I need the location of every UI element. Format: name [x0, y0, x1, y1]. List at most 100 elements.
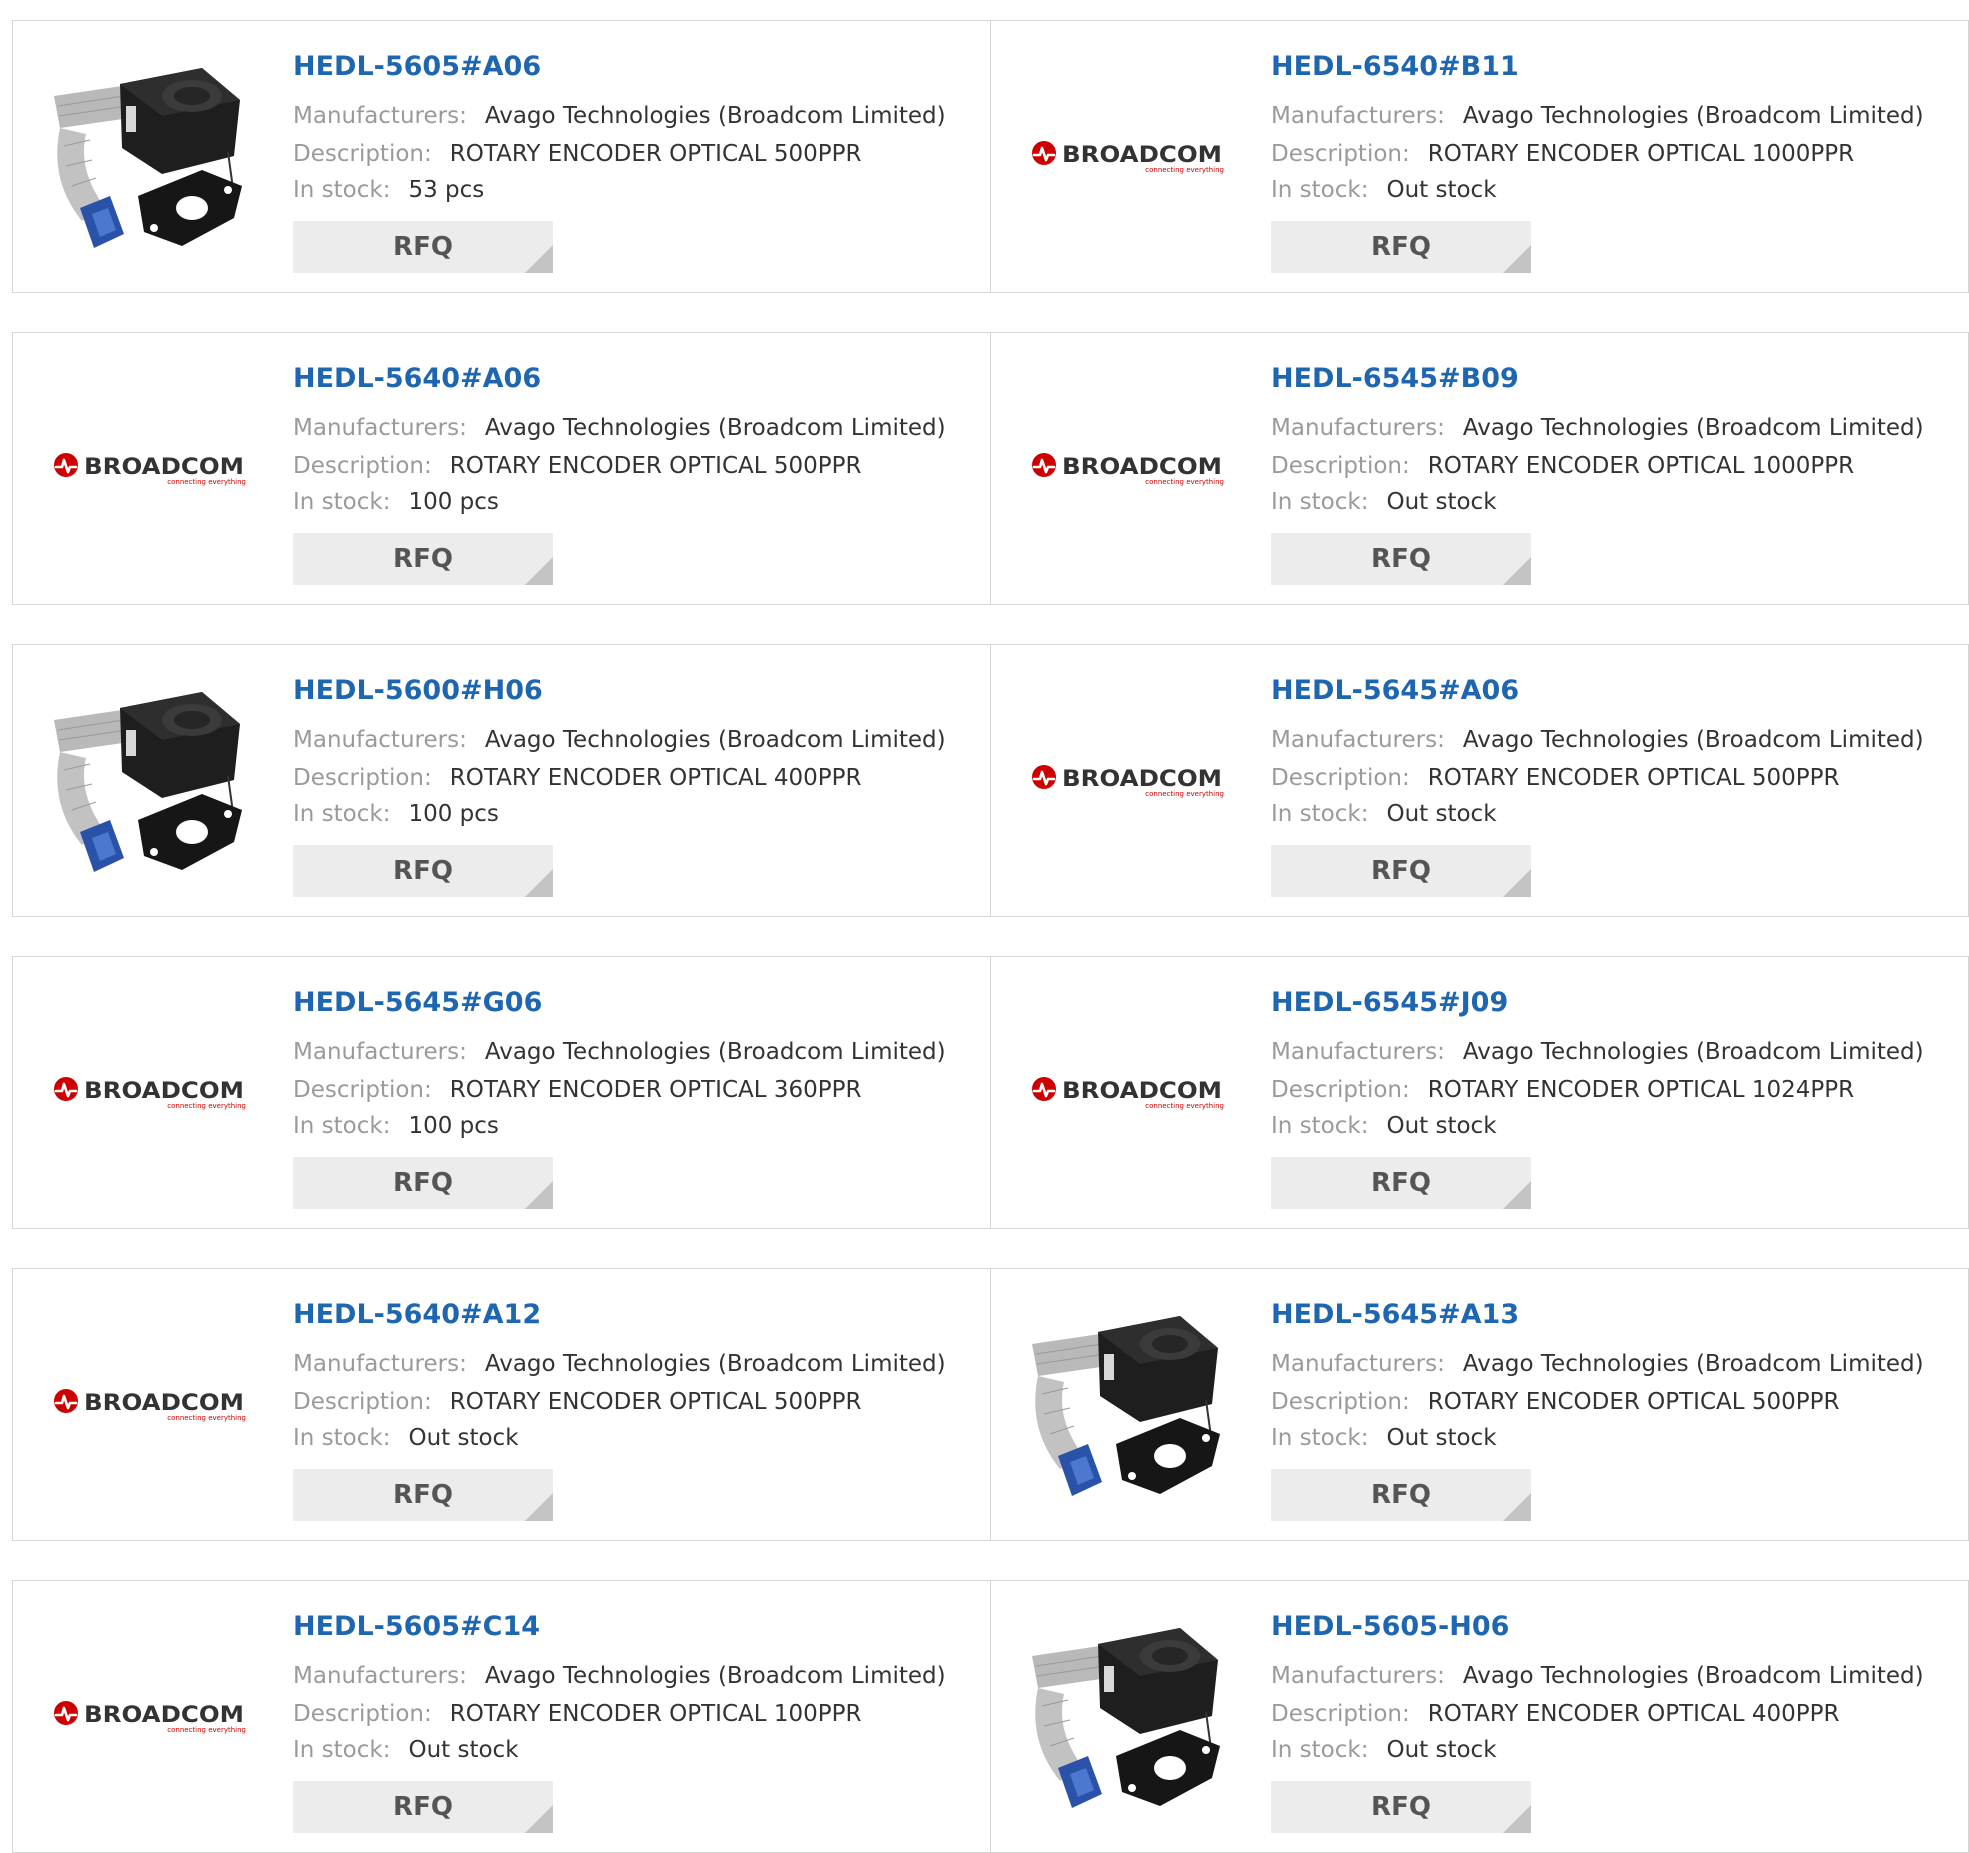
stock-line: In stock: 100 pcs	[293, 489, 499, 515]
stock-label: In stock:	[1271, 489, 1369, 515]
rfq-button[interactable]: RFQ	[293, 1469, 553, 1521]
svg-text:connecting everything: connecting everything	[167, 1102, 246, 1110]
part-number-link[interactable]: HEDL-6545#J09	[1271, 987, 1508, 1018]
broadcom-logo[interactable]: BROADCOM connecting everything	[1029, 679, 1231, 881]
manufacturer-value: Avago Technologies (Broadcom Limited)	[484, 1351, 946, 1377]
description-value: ROTARY ENCODER OPTICAL 500PPR	[449, 1389, 862, 1415]
manufacturer-value: Avago Technologies (Broadcom Limited)	[1462, 103, 1924, 129]
manufacturer-value: Avago Technologies (Broadcom Limited)	[484, 1039, 946, 1065]
svg-text:BROADCOM: BROADCOM	[84, 455, 244, 480]
description-label: Description:	[293, 1389, 432, 1415]
encoder-product-photo	[1030, 1616, 1230, 1816]
broadcom-logo[interactable]: BROADCOM connecting everything	[1029, 367, 1231, 569]
product-card: BROADCOM connecting everything HEDL-5645…	[991, 645, 1968, 916]
rfq-button[interactable]: RFQ	[1271, 1469, 1531, 1521]
description-label: Description:	[293, 1701, 432, 1727]
stock-line: In stock: 100 pcs	[293, 1113, 499, 1139]
product-image[interactable]	[1029, 1615, 1231, 1817]
rfq-button[interactable]: RFQ	[1271, 1157, 1531, 1209]
part-number-link[interactable]: HEDL-5645#G06	[293, 987, 542, 1018]
stock-line: In stock: Out stock	[1271, 1113, 1497, 1139]
description-label: Description:	[1271, 141, 1410, 167]
broadcom-logo[interactable]: BROADCOM connecting everything	[51, 1303, 253, 1505]
description-line: Description: ROTARY ENCODER OPTICAL 500PP…	[1271, 1389, 1839, 1415]
rfq-button[interactable]: RFQ	[1271, 221, 1531, 273]
rfq-label: RFQ	[1371, 856, 1431, 886]
manufacturer-label: Manufacturers:	[293, 727, 467, 753]
svg-text:connecting everything: connecting everything	[167, 1726, 246, 1734]
description-line: Description: ROTARY ENCODER OPTICAL 1000P…	[1271, 141, 1854, 167]
rfq-label: RFQ	[393, 1480, 453, 1510]
description-value: ROTARY ENCODER OPTICAL 500PPR	[449, 141, 862, 167]
manufacturer-value: Avago Technologies (Broadcom Limited)	[484, 727, 946, 753]
corner-triangle-icon	[525, 557, 553, 585]
stock-line: In stock: Out stock	[1271, 489, 1497, 515]
product-card: BROADCOM connecting everything HEDL-5640…	[13, 1269, 990, 1540]
description-value: ROTARY ENCODER OPTICAL 400PPR	[1427, 1701, 1840, 1727]
svg-text:connecting everything: connecting everything	[1145, 166, 1224, 174]
broadcom-logo[interactable]: BROADCOM connecting everything	[1029, 991, 1231, 1193]
stock-value: 53 pcs	[408, 177, 485, 203]
part-number-link[interactable]: HEDL-5645#A13	[1271, 1299, 1519, 1330]
manufacturer-label: Manufacturers:	[1271, 1351, 1445, 1377]
part-number-link[interactable]: HEDL-5640#A06	[293, 363, 541, 394]
rfq-button[interactable]: RFQ	[293, 1781, 553, 1833]
product-card: HEDL-5645#A13 Manufacturers: Avago Techno…	[991, 1269, 1968, 1540]
part-number-link[interactable]: HEDL-6540#B11	[1271, 51, 1519, 82]
description-line: Description: ROTARY ENCODER OPTICAL 400PP…	[1271, 1701, 1839, 1727]
rfq-button[interactable]: RFQ	[293, 1157, 553, 1209]
stock-line: In stock: Out stock	[1271, 801, 1497, 827]
part-number-link[interactable]: HEDL-5600#H06	[293, 675, 543, 706]
description-value: ROTARY ENCODER OPTICAL 1000PPR	[1427, 453, 1855, 479]
description-line: Description: ROTARY ENCODER OPTICAL 500PP…	[293, 141, 861, 167]
rfq-label: RFQ	[1371, 1792, 1431, 1822]
rfq-button[interactable]: RFQ	[293, 845, 553, 897]
part-number-link[interactable]: HEDL-5605#A06	[293, 51, 541, 82]
corner-triangle-icon	[525, 1493, 553, 1521]
product-row: HEDL-5605#A06 Manufacturers: Avago Techno…	[12, 20, 1969, 293]
product-card: BROADCOM connecting everything HEDL-6545…	[991, 957, 1968, 1228]
rfq-button[interactable]: RFQ	[1271, 1781, 1531, 1833]
part-number-link[interactable]: HEDL-5605#C14	[293, 1611, 540, 1642]
rfq-button[interactable]: RFQ	[293, 533, 553, 585]
part-number-link[interactable]: HEDL-5605-H06	[1271, 1611, 1509, 1642]
stock-value: 100 pcs	[408, 489, 499, 515]
manufacturer-line: Manufacturers: Avago Technologies (Broadc…	[1271, 103, 1924, 129]
rfq-button[interactable]: RFQ	[1271, 845, 1531, 897]
stock-value: Out stock	[1386, 1425, 1497, 1451]
rfq-button[interactable]: RFQ	[293, 221, 553, 273]
product-card: BROADCOM connecting everything HEDL-5640…	[13, 333, 990, 604]
rfq-label: RFQ	[1371, 232, 1431, 262]
manufacturer-line: Manufacturers: Avago Technologies (Broadc…	[1271, 1039, 1924, 1065]
stock-label: In stock:	[293, 1425, 391, 1451]
stock-line: In stock: Out stock	[1271, 177, 1497, 203]
broadcom-logo[interactable]: BROADCOM connecting everything	[51, 367, 253, 569]
broadcom-logo[interactable]: BROADCOM connecting everything	[1029, 55, 1231, 257]
description-line: Description: ROTARY ENCODER OPTICAL 360PP…	[293, 1077, 861, 1103]
stock-line: In stock: Out stock	[1271, 1425, 1497, 1451]
manufacturer-value: Avago Technologies (Broadcom Limited)	[484, 415, 946, 441]
svg-text:connecting everything: connecting everything	[1145, 1102, 1224, 1110]
product-image[interactable]	[1029, 1303, 1231, 1505]
encoder-product-photo	[1030, 1304, 1230, 1504]
broadcom-logo[interactable]: BROADCOM connecting everything	[51, 991, 253, 1193]
part-number-link[interactable]: HEDL-5645#A06	[1271, 675, 1519, 706]
product-image[interactable]	[51, 679, 253, 881]
product-card: HEDL-5600#H06 Manufacturers: Avago Techno…	[13, 645, 990, 916]
product-image[interactable]	[51, 55, 253, 257]
svg-text:connecting everything: connecting everything	[1145, 478, 1224, 486]
manufacturer-line: Manufacturers: Avago Technologies (Broadc…	[293, 415, 946, 441]
broadcom-logo[interactable]: BROADCOM connecting everything	[51, 1615, 253, 1817]
manufacturer-line: Manufacturers: Avago Technologies (Broadc…	[1271, 727, 1924, 753]
stock-value: Out stock	[1386, 1737, 1497, 1763]
manufacturer-line: Manufacturers: Avago Technologies (Broadc…	[293, 1039, 946, 1065]
product-card: BROADCOM connecting everything HEDL-6545…	[991, 333, 1968, 604]
part-number-link[interactable]: HEDL-6545#B09	[1271, 363, 1519, 394]
part-number-link[interactable]: HEDL-5640#A12	[293, 1299, 541, 1330]
description-label: Description:	[293, 453, 432, 479]
broadcom-logo-graphic: BROADCOM connecting everything	[1032, 141, 1224, 174]
product-card: HEDL-5605-H06 Manufacturers: Avago Techno…	[991, 1581, 1968, 1852]
svg-text:BROADCOM: BROADCOM	[1062, 1079, 1222, 1104]
rfq-button[interactable]: RFQ	[1271, 533, 1531, 585]
stock-label: In stock:	[293, 1737, 391, 1763]
